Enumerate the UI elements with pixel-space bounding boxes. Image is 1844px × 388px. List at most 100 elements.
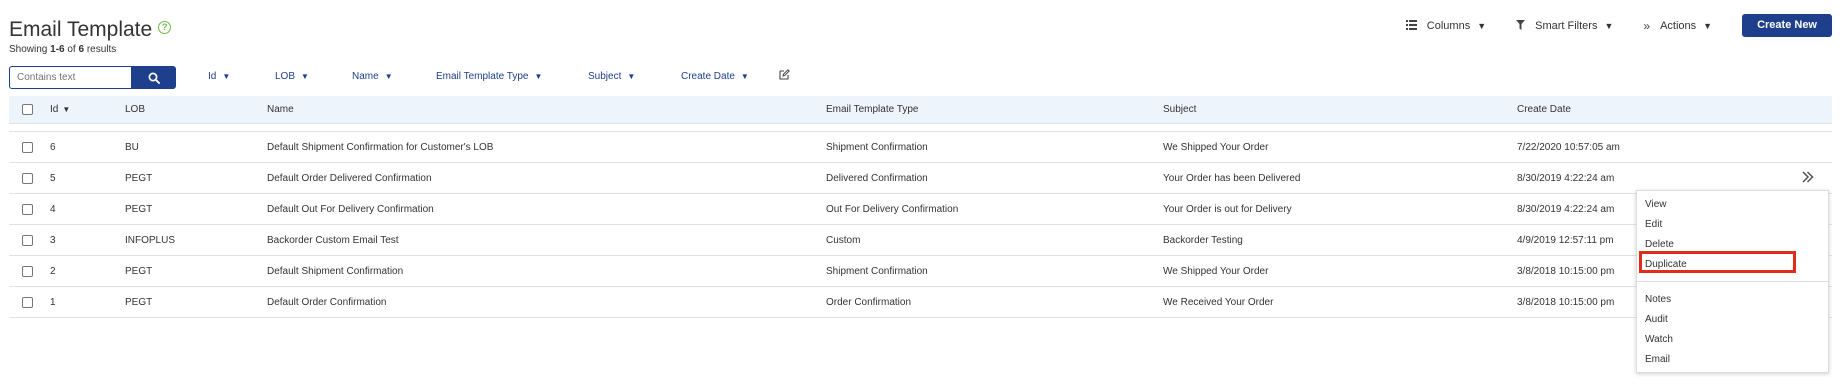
caret-down-icon: ▼ — [1703, 20, 1713, 31]
filter-email-template-type[interactable]: Email Template Type ▼ — [436, 71, 542, 82]
row-actions-menu: View Edit Delete Duplicate Notes Audit W… — [1636, 190, 1829, 373]
cell-create-date: 7/22/2020 10:57:05 am — [1517, 141, 1620, 153]
column-header-lob[interactable]: LOB — [125, 96, 145, 123]
cell-name: Default Shipment Confirmation — [267, 265, 404, 277]
filter-subject[interactable]: Subject ▼ — [588, 71, 635, 82]
columns-button[interactable]: Columns ▼ — [1405, 19, 1487, 33]
double-chevron-right-icon: » — [1643, 18, 1651, 33]
smart-filters-button[interactable]: Smart Filters ▼ — [1516, 19, 1613, 33]
table-header: Id ▼ LOB Name Email Template Type Subject… — [9, 96, 1832, 124]
cell-lob: PEGT — [125, 203, 153, 215]
cell-name: Backorder Custom Email Test — [267, 234, 399, 246]
cell-lob: PEGT — [125, 172, 153, 184]
filter-name-label: Name — [352, 71, 379, 82]
filter-subject-label: Subject — [588, 71, 622, 82]
cell-type: Delivered Confirmation — [826, 172, 928, 184]
column-header-name[interactable]: Name — [267, 96, 294, 123]
caret-down-icon: ▼ — [534, 72, 543, 81]
caret-down-icon: ▼ — [1477, 20, 1487, 31]
cell-create-date: 3/8/2018 10:15:00 pm — [1517, 265, 1615, 277]
cell-subject: Backorder Testing — [1163, 234, 1243, 246]
table-row[interactable]: 4 PEGT Default Out For Delivery Confirma… — [9, 194, 1832, 225]
cell-id: 4 — [50, 203, 56, 215]
cell-id: 1 — [50, 296, 56, 308]
row-actions-button[interactable] — [1802, 170, 1814, 186]
page-title-wrap: Email Template ? — [9, 18, 172, 42]
select-all-checkbox[interactable] — [22, 104, 33, 115]
row-checkbox[interactable] — [22, 141, 33, 153]
highlight-box — [1639, 251, 1796, 273]
row-checkbox[interactable] — [22, 203, 33, 215]
results-suffix: results — [84, 44, 117, 55]
search-icon — [148, 72, 160, 84]
cell-lob: PEGT — [125, 296, 153, 308]
filter-create-date[interactable]: Create Date ▼ — [681, 71, 749, 82]
column-header-create-date[interactable]: Create Date — [1517, 96, 1571, 123]
filter-lob-label: LOB — [275, 71, 296, 82]
caret-down-icon: ▼ — [627, 72, 636, 81]
email-template-table: Id ▼ LOB Name Email Template Type Subject… — [9, 96, 1832, 318]
top-toolbar: Columns ▼ Smart Filters ▼ » Actions ▼ Cr… — [1405, 14, 1832, 37]
column-header-type[interactable]: Email Template Type — [826, 96, 918, 123]
create-new-button[interactable]: Create New — [1742, 14, 1832, 37]
menu-item-edit[interactable]: Edit — [1645, 219, 1662, 230]
cell-subject: We Received Your Order — [1163, 296, 1274, 308]
list-icon — [1405, 19, 1417, 33]
table-row[interactable]: 2 PEGT Default Shipment Confirmation Shi… — [9, 256, 1832, 287]
actions-button[interactable]: » Actions ▼ — [1643, 19, 1712, 33]
filter-id[interactable]: Id ▼ — [208, 71, 230, 82]
menu-item-email[interactable]: Email — [1645, 354, 1670, 365]
sort-desc-icon: ▼ — [62, 105, 71, 114]
menu-item-audit[interactable]: Audit — [1645, 314, 1668, 325]
search-bar — [9, 66, 176, 89]
menu-item-view[interactable]: View — [1645, 199, 1667, 210]
header-spacer — [9, 124, 1832, 132]
search-input[interactable] — [9, 66, 132, 89]
cell-id: 5 — [50, 172, 56, 184]
row-checkbox[interactable] — [22, 265, 33, 277]
caret-down-icon: ▼ — [222, 72, 231, 81]
filter-create-date-label: Create Date — [681, 71, 735, 82]
table-row[interactable]: 1 PEGT Default Order Confirmation Order … — [9, 287, 1832, 318]
caret-down-icon: ▼ — [740, 72, 749, 81]
cell-type: Shipment Confirmation — [826, 265, 928, 277]
menu-item-watch[interactable]: Watch — [1645, 334, 1673, 345]
table-row[interactable]: 6 BU Default Shipment Confirmation for C… — [9, 132, 1832, 163]
caret-down-icon: ▼ — [384, 72, 393, 81]
cell-id: 2 — [50, 265, 56, 277]
cell-name: Default Order Confirmation — [267, 296, 387, 308]
column-id-label: Id — [50, 104, 59, 115]
table-row[interactable]: 5 PEGT Default Order Delivered Confirmat… — [9, 163, 1832, 194]
column-header-id[interactable]: Id ▼ — [50, 96, 70, 123]
cell-id: 3 — [50, 234, 56, 246]
cell-type: Order Confirmation — [826, 296, 912, 308]
cell-subject: We Shipped Your Order — [1163, 141, 1269, 153]
caret-down-icon: ▼ — [1604, 20, 1614, 31]
menu-item-notes[interactable]: Notes — [1645, 294, 1671, 305]
cell-type: Custom — [826, 234, 861, 246]
column-header-subject[interactable]: Subject — [1163, 96, 1196, 123]
cell-create-date: 3/8/2018 10:15:00 pm — [1517, 296, 1615, 308]
cell-name: Default Out For Delivery Confirmation — [267, 203, 434, 215]
filter-lob[interactable]: LOB ▼ — [275, 71, 309, 82]
cell-lob: PEGT — [125, 265, 153, 277]
cell-type: Out For Delivery Confirmation — [826, 203, 959, 215]
menu-item-delete[interactable]: Delete — [1645, 239, 1674, 250]
filter-type-label: Email Template Type — [436, 71, 529, 82]
edit-filters-button[interactable] — [779, 69, 790, 83]
cell-lob: INFOPLUS — [125, 234, 176, 246]
cell-subject: Your Order is out for Delivery — [1163, 203, 1292, 215]
results-range: 1-6 — [50, 44, 65, 55]
search-button[interactable] — [132, 66, 176, 89]
page-title: Email Template — [9, 18, 153, 41]
cell-name: Default Shipment Confirmation for Custom… — [267, 141, 494, 153]
help-icon[interactable]: ? — [158, 20, 172, 34]
row-checkbox[interactable] — [22, 234, 33, 246]
table-row[interactable]: 3 INFOPLUS Backorder Custom Email Test C… — [9, 225, 1832, 256]
cell-name: Default Order Delivered Confirmation — [267, 172, 432, 184]
row-checkbox[interactable] — [22, 296, 33, 308]
row-checkbox[interactable] — [22, 172, 33, 184]
filter-name[interactable]: Name ▼ — [352, 71, 393, 82]
columns-label: Columns — [1426, 19, 1471, 32]
results-summary: Showing 1-6 of 6 results — [9, 44, 116, 55]
